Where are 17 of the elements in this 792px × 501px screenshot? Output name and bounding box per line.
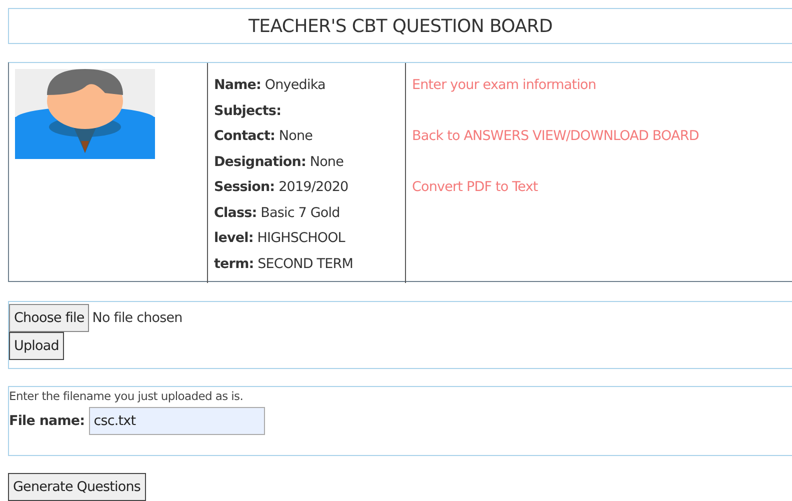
profile-field: Session: 2019/2020 — [214, 175, 399, 200]
filename-hint: Enter the filename you just uploaded as is. — [9, 389, 244, 403]
filename-label: File name: — [9, 413, 85, 429]
profile-field: Class: Basic 7 Gold — [214, 200, 399, 226]
profile-field: Name: Onyedika — [214, 73, 399, 98]
profile-field: level: HIGHSCHOOL — [214, 226, 399, 252]
profile-field: Contact: None — [214, 124, 399, 150]
avatar-icon — [15, 69, 155, 159]
file-status: No file chosen — [92, 310, 182, 326]
generate-questions-button[interactable]: Generate Questions — [8, 473, 146, 501]
page-title: TEACHER'S CBT QUESTION BOARD — [8, 8, 792, 44]
profile-field: Subjects: — [214, 98, 399, 124]
upload-button[interactable]: Upload — [9, 332, 64, 360]
filename-input[interactable]: csc.txt — [88, 407, 265, 435]
profile-field: Designation: None — [214, 150, 399, 175]
profile-field: term: SECOND TERM — [214, 252, 399, 277]
choose-file-button[interactable]: Choose file — [9, 304, 90, 332]
